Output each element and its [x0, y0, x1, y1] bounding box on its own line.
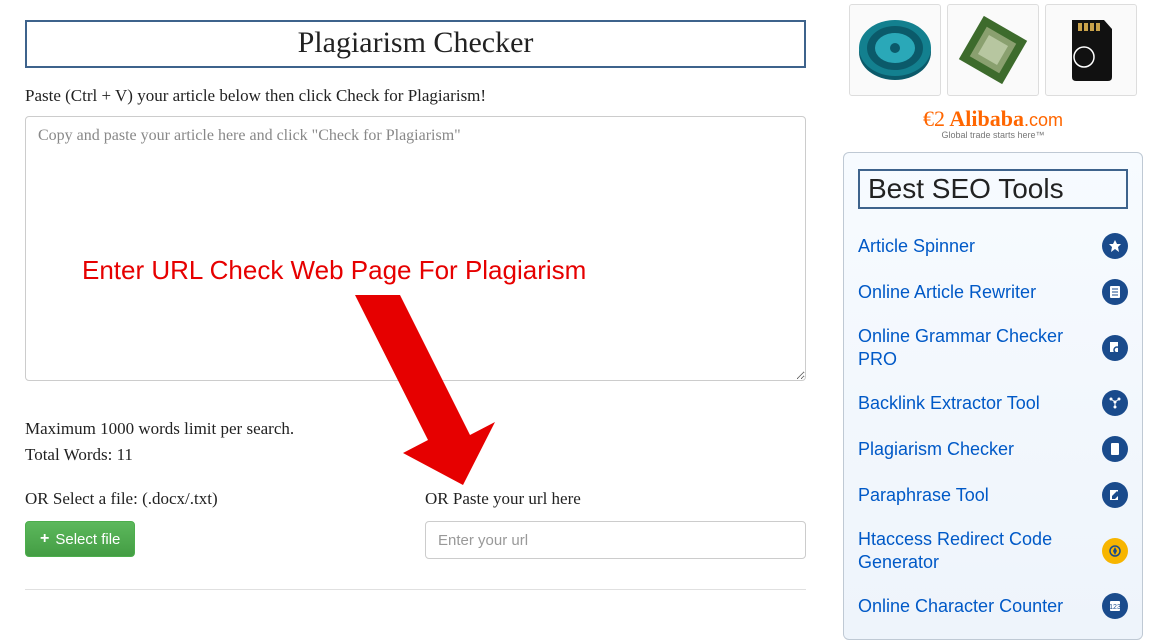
spinner-icon	[1102, 233, 1128, 259]
plus-icon: +	[40, 530, 49, 548]
tool-backlink-extractor[interactable]: Backlink Extractor Tool	[858, 380, 1128, 426]
sidebar-title: Best SEO Tools	[858, 169, 1128, 209]
tool-article-rewriter[interactable]: Online Article Rewriter	[858, 269, 1128, 315]
page-title-box: Plagiarism Checker	[25, 20, 806, 68]
document-lines-icon	[1102, 279, 1128, 305]
tool-label: Htaccess Redirect Code Generator	[858, 528, 1078, 573]
pencil-doc-icon	[1102, 482, 1128, 508]
url-column: OR Paste your url here	[425, 489, 806, 559]
tool-label: Online Character Counter	[858, 595, 1063, 618]
tool-label: Online Grammar Checker PRO	[858, 325, 1078, 370]
ad-thumbnails	[843, 4, 1143, 96]
magnify-doc-icon	[1102, 335, 1128, 361]
page-title: Plagiarism Checker	[27, 26, 804, 60]
limits-block: Maximum 1000 words limit per search. Tot…	[25, 416, 806, 467]
url-input[interactable]	[425, 521, 806, 559]
sidebar: €2 Alibaba.com Global trade starts here™…	[831, 0, 1171, 602]
file-select-label: OR Select a file: (.docx/.txt)	[25, 489, 425, 509]
ad-brand: Alibaba	[949, 106, 1024, 131]
tool-paraphrase[interactable]: Paraphrase Tool	[858, 472, 1128, 518]
document-icon	[1102, 436, 1128, 462]
select-file-label: Select file	[55, 531, 120, 548]
total-words-text: Total Words: 11	[25, 442, 806, 468]
ad-thumb-cushion[interactable]	[849, 4, 941, 96]
ad-logo[interactable]: €2 Alibaba.com Global trade starts here™	[843, 106, 1143, 140]
input-options-row: OR Select a file: (.docx/.txt) + Select …	[25, 489, 806, 559]
divider	[25, 589, 806, 590]
ad-tagline: Global trade starts here™	[843, 130, 1143, 140]
tool-label: Plagiarism Checker	[858, 438, 1014, 461]
tool-article-spinner[interactable]: Article Spinner	[858, 223, 1128, 269]
ad-thumb-sdcard[interactable]	[1045, 4, 1137, 96]
app-root: Plagiarism Checker Paste (Ctrl + V) your…	[0, 0, 1171, 602]
sidebar-panel: Best SEO Tools Article Spinner Online Ar…	[843, 152, 1143, 640]
tool-grammar-checker[interactable]: Online Grammar Checker PRO	[858, 315, 1128, 380]
ad-suffix: .com	[1024, 110, 1063, 130]
tool-label: Paraphrase Tool	[858, 484, 989, 507]
file-column: OR Select a file: (.docx/.txt) + Select …	[25, 489, 425, 559]
tool-htaccess-redirect[interactable]: Htaccess Redirect Code Generator	[858, 518, 1128, 583]
tool-plagiarism-checker[interactable]: Plagiarism Checker	[858, 426, 1128, 472]
main-column: Plagiarism Checker Paste (Ctrl + V) your…	[0, 0, 831, 602]
tool-list: Article Spinner Online Article Rewriter …	[858, 223, 1128, 629]
url-input-label: OR Paste your url here	[425, 489, 806, 509]
article-textarea[interactable]	[25, 116, 806, 381]
tool-label: Online Article Rewriter	[858, 281, 1036, 304]
network-icon	[1102, 390, 1128, 416]
instruction-text: Paste (Ctrl + V) your article below then…	[25, 86, 806, 106]
max-words-text: Maximum 1000 words limit per search.	[25, 416, 806, 442]
tool-character-counter[interactable]: Online Character Counter 123	[858, 583, 1128, 629]
ad-thumb-cpu[interactable]	[947, 4, 1039, 96]
select-file-button[interactable]: + Select file	[25, 521, 135, 557]
svg-text:123: 123	[1109, 604, 1121, 611]
tool-label: Backlink Extractor Tool	[858, 392, 1040, 415]
tool-label: Article Spinner	[858, 235, 975, 258]
compass-icon	[1102, 538, 1128, 564]
counter-icon: 123	[1102, 593, 1128, 619]
